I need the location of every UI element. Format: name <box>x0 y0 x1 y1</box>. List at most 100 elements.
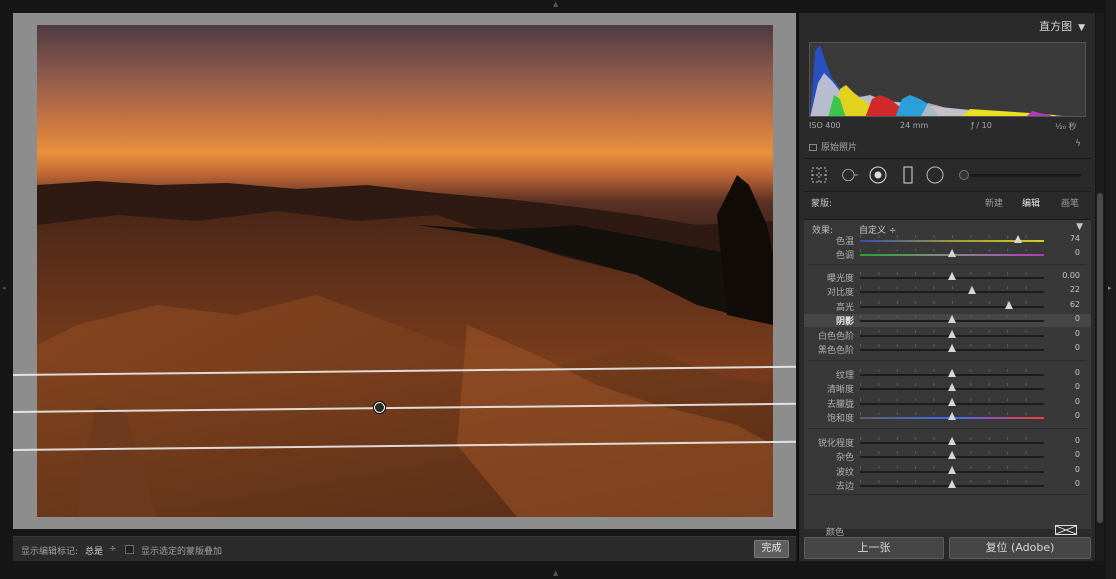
graduated-filter-icon[interactable] <box>899 166 917 184</box>
right-edge: ▸ <box>1106 0 1116 579</box>
slider-value[interactable]: 0 <box>1075 343 1080 352</box>
slider-row[interactable]: 纹理 0 <box>804 368 1091 381</box>
slider-label: 清晰度 <box>826 385 854 395</box>
original-photo-toggle[interactable]: 原始照片 <box>809 140 857 153</box>
slider-value[interactable]: 0 <box>1075 382 1080 391</box>
slider-track[interactable] <box>860 291 1044 293</box>
adjustment-brush-slider[interactable] <box>959 170 1081 180</box>
slider-thumb[interactable] <box>948 330 956 338</box>
slider-thumb[interactable] <box>948 249 956 257</box>
crop-overlay-icon[interactable] <box>810 166 828 184</box>
slider-value[interactable]: 0 <box>1075 368 1080 377</box>
slider-row[interactable]: 饱和度 0 <box>804 411 1091 424</box>
collapse-triangle-icon[interactable]: ▼ <box>1076 222 1083 232</box>
slider-value[interactable]: 0 <box>1075 411 1080 420</box>
slider-value[interactable]: 0 <box>1075 397 1080 406</box>
reset-button[interactable]: 复位 (Adobe) <box>949 537 1091 559</box>
slider-value[interactable]: 0 <box>1075 479 1080 488</box>
slider-label: 波纹 <box>835 468 854 478</box>
dropdown-arrow-icon[interactable]: ÷ <box>109 544 117 554</box>
red-eye-icon[interactable] <box>869 166 887 184</box>
slider-row[interactable]: 阴影 0 <box>804 314 1091 327</box>
adjustment-sliders-panel: 效果: 自定义 ÷ ▼ 颜色 色温 74 色调 0 曝光度 0.00 对比度 22 高光 62 阴影… <box>804 219 1091 538</box>
slider-row[interactable]: 波纹 0 <box>804 465 1091 478</box>
mask-edit-button[interactable]: 编辑 <box>1022 196 1040 209</box>
slider-thumb[interactable] <box>948 272 956 280</box>
slider-thumb[interactable] <box>1005 301 1014 309</box>
slider-thumb[interactable] <box>948 369 956 377</box>
slider-value[interactable]: 0 <box>1075 329 1080 338</box>
slider-label: 高光 <box>835 303 854 313</box>
slider-row[interactable]: 高光 62 <box>804 300 1091 313</box>
slider-row[interactable]: 锐化程度 0 <box>804 436 1091 449</box>
panel-buttons: 上一张 复位 (Adobe) <box>804 537 1091 559</box>
slider-thumb[interactable] <box>948 437 956 445</box>
slider-value[interactable]: 0 <box>1075 248 1080 257</box>
mask-overlay-checkbox[interactable] <box>125 545 134 554</box>
slider-thumb[interactable] <box>948 344 956 352</box>
show-pins-dropdown[interactable]: 总是 <box>85 544 103 557</box>
slider-row[interactable]: 清晰度 0 <box>804 382 1091 395</box>
slider-row[interactable]: 去边 0 <box>804 479 1091 492</box>
slider-row[interactable]: 黑色色阶 0 <box>804 343 1091 356</box>
slider-ticks <box>860 301 1044 304</box>
right-panel-toggle-icon[interactable]: ▸ <box>1108 285 1112 292</box>
slider-value[interactable]: 0.00 <box>1062 271 1080 280</box>
slider-thumb[interactable] <box>948 383 956 391</box>
slider-thumb[interactable] <box>948 398 956 406</box>
collapse-triangle-icon[interactable]: ▼ <box>1078 23 1085 33</box>
slider-row[interactable]: 白色色阶 0 <box>804 329 1091 342</box>
slider-row[interactable]: 对比度 22 <box>804 285 1091 298</box>
mask-brush-button[interactable]: 画笔 <box>1061 196 1079 209</box>
slider-thumb[interactable] <box>1014 235 1023 243</box>
slider-value[interactable]: 62 <box>1070 300 1080 309</box>
slider-thumb[interactable] <box>948 451 956 459</box>
slider-row[interactable]: 色温 74 <box>804 234 1091 247</box>
histogram[interactable] <box>809 42 1086 117</box>
slider-group-divider <box>808 360 1087 361</box>
slider-track[interactable] <box>860 306 1044 308</box>
mask-new-button[interactable]: 新建 <box>985 196 1003 209</box>
histogram-header[interactable]: 直方图 ▼ <box>1039 18 1085 34</box>
lightning-icon[interactable]: ϟ <box>1075 139 1081 149</box>
image-canvas[interactable] <box>13 13 796 529</box>
slider-thumb[interactable] <box>948 315 956 323</box>
left-panel-toggle-icon[interactable]: ◂ <box>2 285 6 292</box>
slider-row[interactable]: 曝光度 0.00 <box>804 271 1091 284</box>
slider-label: 白色色阶 <box>817 332 854 342</box>
done-button[interactable]: 完成 <box>754 540 789 558</box>
previous-button[interactable]: 上一张 <box>804 537 944 559</box>
lightroom-develop-window: ▲ ▲ ◂ 显示编辑标记: 总是 ÷ 显示选定的蒙版叠加 完成 直方图 ▼ IS… <box>0 0 1116 579</box>
panel-scrollbar[interactable] <box>1096 13 1104 561</box>
slider-group-divider <box>808 428 1087 429</box>
slider-thumb[interactable] <box>948 466 956 474</box>
slider-value[interactable]: 0 <box>1075 465 1080 474</box>
bottom-panel-toggle-icon[interactable]: ▲ <box>553 570 558 577</box>
original-photo-checkbox[interactable] <box>809 144 817 151</box>
mask-edit-pin[interactable] <box>374 402 385 413</box>
slider-row[interactable]: 去朦胧 0 <box>804 397 1091 410</box>
slider-thumb[interactable] <box>968 286 977 294</box>
slider-ticks <box>860 286 1044 289</box>
top-panel-toggle-icon[interactable]: ▲ <box>553 1 558 8</box>
slider-label: 纹理 <box>835 371 854 381</box>
scrollbar-thumb[interactable] <box>1097 193 1103 523</box>
color-swatch[interactable] <box>1055 525 1077 535</box>
radial-filter-icon[interactable] <box>926 166 944 184</box>
slider-value[interactable]: 22 <box>1070 285 1080 294</box>
mask-label: 蒙版: <box>811 199 833 209</box>
histogram-graph <box>810 45 1069 116</box>
slider-value[interactable]: 0 <box>1075 436 1080 445</box>
slider-thumb[interactable] <box>948 412 956 420</box>
slider-label: 对比度 <box>826 288 854 298</box>
slider-row[interactable]: 杂色 0 <box>804 450 1091 463</box>
slider-row[interactable]: 色调 0 <box>804 248 1091 261</box>
slider-thumb[interactable] <box>948 480 956 488</box>
slider-value[interactable]: 0 <box>1075 450 1080 459</box>
spot-removal-icon[interactable] <box>841 166 859 184</box>
slider-value[interactable]: 0 <box>1075 314 1080 323</box>
bottom-toolbar: 显示编辑标记: 总是 ÷ 显示选定的蒙版叠加 完成 <box>13 536 796 561</box>
brush-slider-knob[interactable] <box>959 170 969 180</box>
slider-value[interactable]: 74 <box>1070 234 1080 243</box>
mask-row: 蒙版: 新建 编辑 画笔 <box>811 195 1086 209</box>
